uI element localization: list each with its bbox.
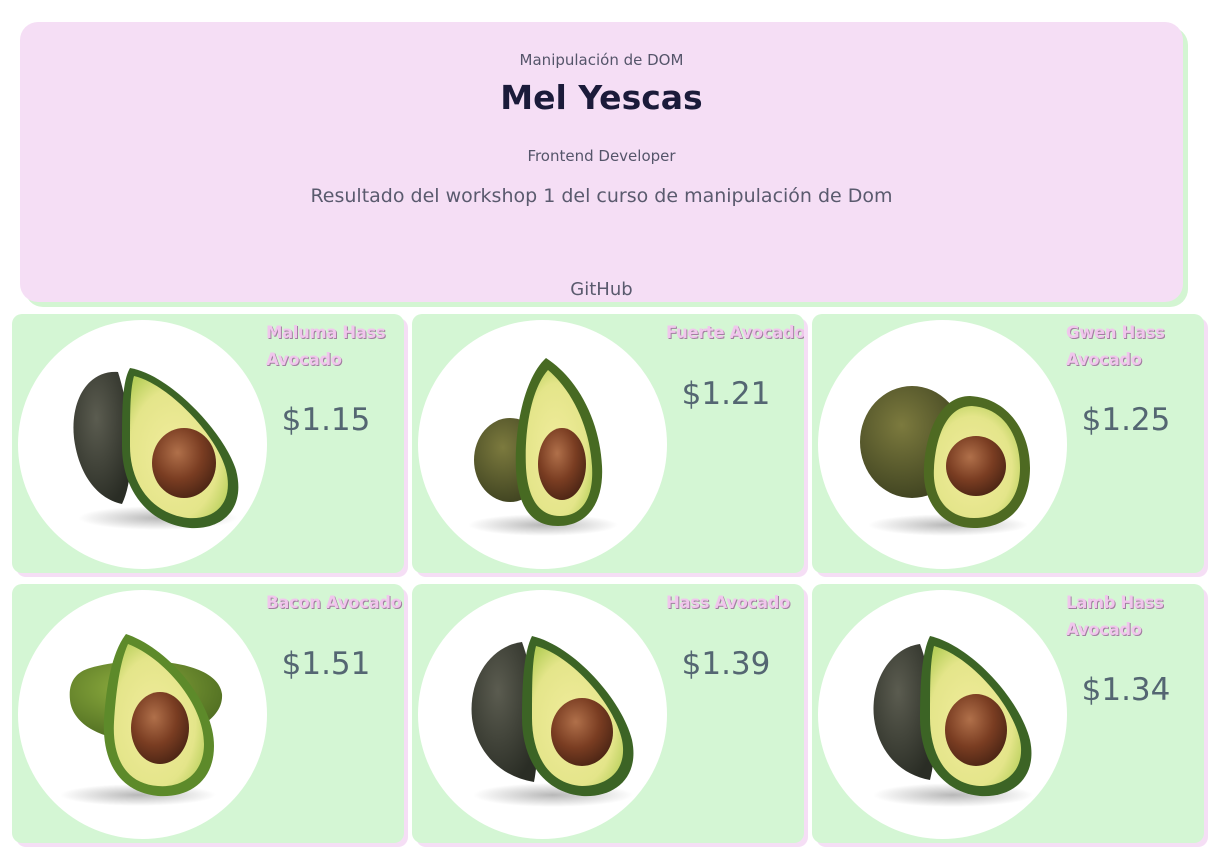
product-card[interactable]: Hass Avocado $1.39 <box>412 584 804 843</box>
product-name: Hass Avocado <box>666 593 790 612</box>
product-price: $1.51 <box>281 646 371 682</box>
product-name: Bacon Avocado <box>266 593 402 612</box>
product-name: Lamb Hass Avocado <box>1066 593 1164 639</box>
product-card[interactable]: Maluma Hass Avocado $1.15 <box>12 314 404 573</box>
product-card[interactable]: Gwen Hass Avocado $1.25 <box>812 314 1204 573</box>
page-description: Resultado del workshop 1 del curso de ma… <box>310 185 893 207</box>
product-name: Gwen Hass Avocado <box>1066 323 1165 369</box>
product-name: Fuerte Avocado <box>666 323 804 342</box>
course-eyebrow: Manipulación de DOM <box>519 51 684 69</box>
product-price: $1.34 <box>1081 672 1171 708</box>
avocado-dark-skin-half-icon <box>18 320 267 569</box>
profile-header: Manipulación de DOM Mel Yescas Frontend … <box>20 22 1183 302</box>
role-subtitle: Frontend Developer <box>527 147 676 165</box>
product-price: $1.21 <box>681 376 771 412</box>
product-name: Maluma Hass Avocado <box>266 323 386 369</box>
product-price: $1.39 <box>681 646 771 682</box>
product-price: $1.25 <box>1081 402 1171 438</box>
product-card[interactable]: Bacon Avocado $1.51 <box>12 584 404 843</box>
avocado-hass-half-icon <box>418 590 667 839</box>
product-card[interactable]: Fuerte Avocado $1.21 <box>412 314 804 573</box>
page-title: Mel Yescas <box>500 78 703 117</box>
github-link[interactable]: GitHub <box>20 279 1183 300</box>
avocado-gwen-half-icon <box>818 320 1067 569</box>
product-card[interactable]: Lamb Hass Avocado $1.34 <box>812 584 1204 843</box>
avocado-bacon-half-icon <box>18 590 267 839</box>
product-price: $1.15 <box>281 402 371 438</box>
avocado-fuerte-half-icon <box>418 320 667 569</box>
avocado-lamb-hass-half-icon <box>818 590 1067 839</box>
